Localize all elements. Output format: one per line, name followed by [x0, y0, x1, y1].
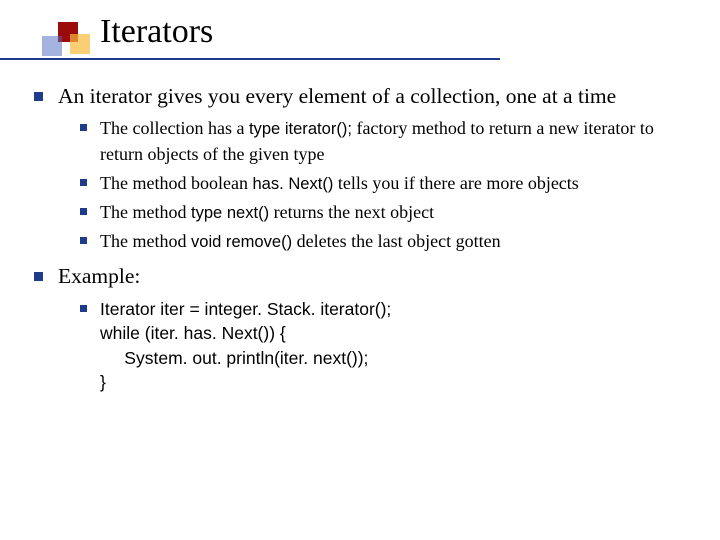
text-run: The method	[100, 231, 191, 251]
text-run: tells you if there are more objects	[333, 173, 578, 193]
bullet-level-2: The method void remove() deletes the las…	[76, 229, 700, 254]
code-inline: has. Next()	[252, 174, 333, 193]
code-inline: type iterator();	[249, 119, 352, 138]
bullet-list-level-2: The collection has a type iterator(); fa…	[58, 116, 700, 254]
code-inline: void remove()	[191, 232, 292, 251]
bullet-level-1: An iterator gives you every element of a…	[30, 82, 700, 254]
text-run: The method	[100, 202, 191, 222]
bullet-level-2: The collection has a type iterator(); fa…	[76, 116, 700, 166]
text-run: deletes the last object gotten	[292, 231, 500, 251]
code-block: Iterator iter = integer. Stack. iterator…	[100, 297, 700, 395]
slide-body: An iterator gives you every element of a…	[30, 82, 700, 403]
bullet-list-level-2: Iterator iter = integer. Stack. iterator…	[58, 297, 700, 395]
slide: Iterators An iterator gives you every el…	[0, 0, 720, 540]
text-run: returns the next object	[269, 202, 434, 222]
text-run: The collection has a	[100, 118, 249, 138]
bullet-list-level-1: An iterator gives you every element of a…	[30, 82, 700, 395]
bullet-level-2: The method type next() returns the next …	[76, 200, 700, 225]
bullet-level-2: Iterator iter = integer. Stack. iterator…	[76, 297, 700, 395]
text-run: The method boolean	[100, 173, 252, 193]
bullet-level-1: Example: Iterator iter = integer. Stack. …	[30, 262, 700, 394]
title-ornament	[18, 18, 96, 52]
code-inline: type next()	[191, 203, 269, 222]
slide-title: Iterators	[100, 13, 213, 51]
bullet-level-2: The method boolean has. Next() tells you…	[76, 171, 700, 196]
bullet-text: An iterator gives you every element of a…	[58, 84, 616, 108]
bullet-text: Example:	[58, 264, 140, 288]
title-underline	[0, 58, 500, 60]
